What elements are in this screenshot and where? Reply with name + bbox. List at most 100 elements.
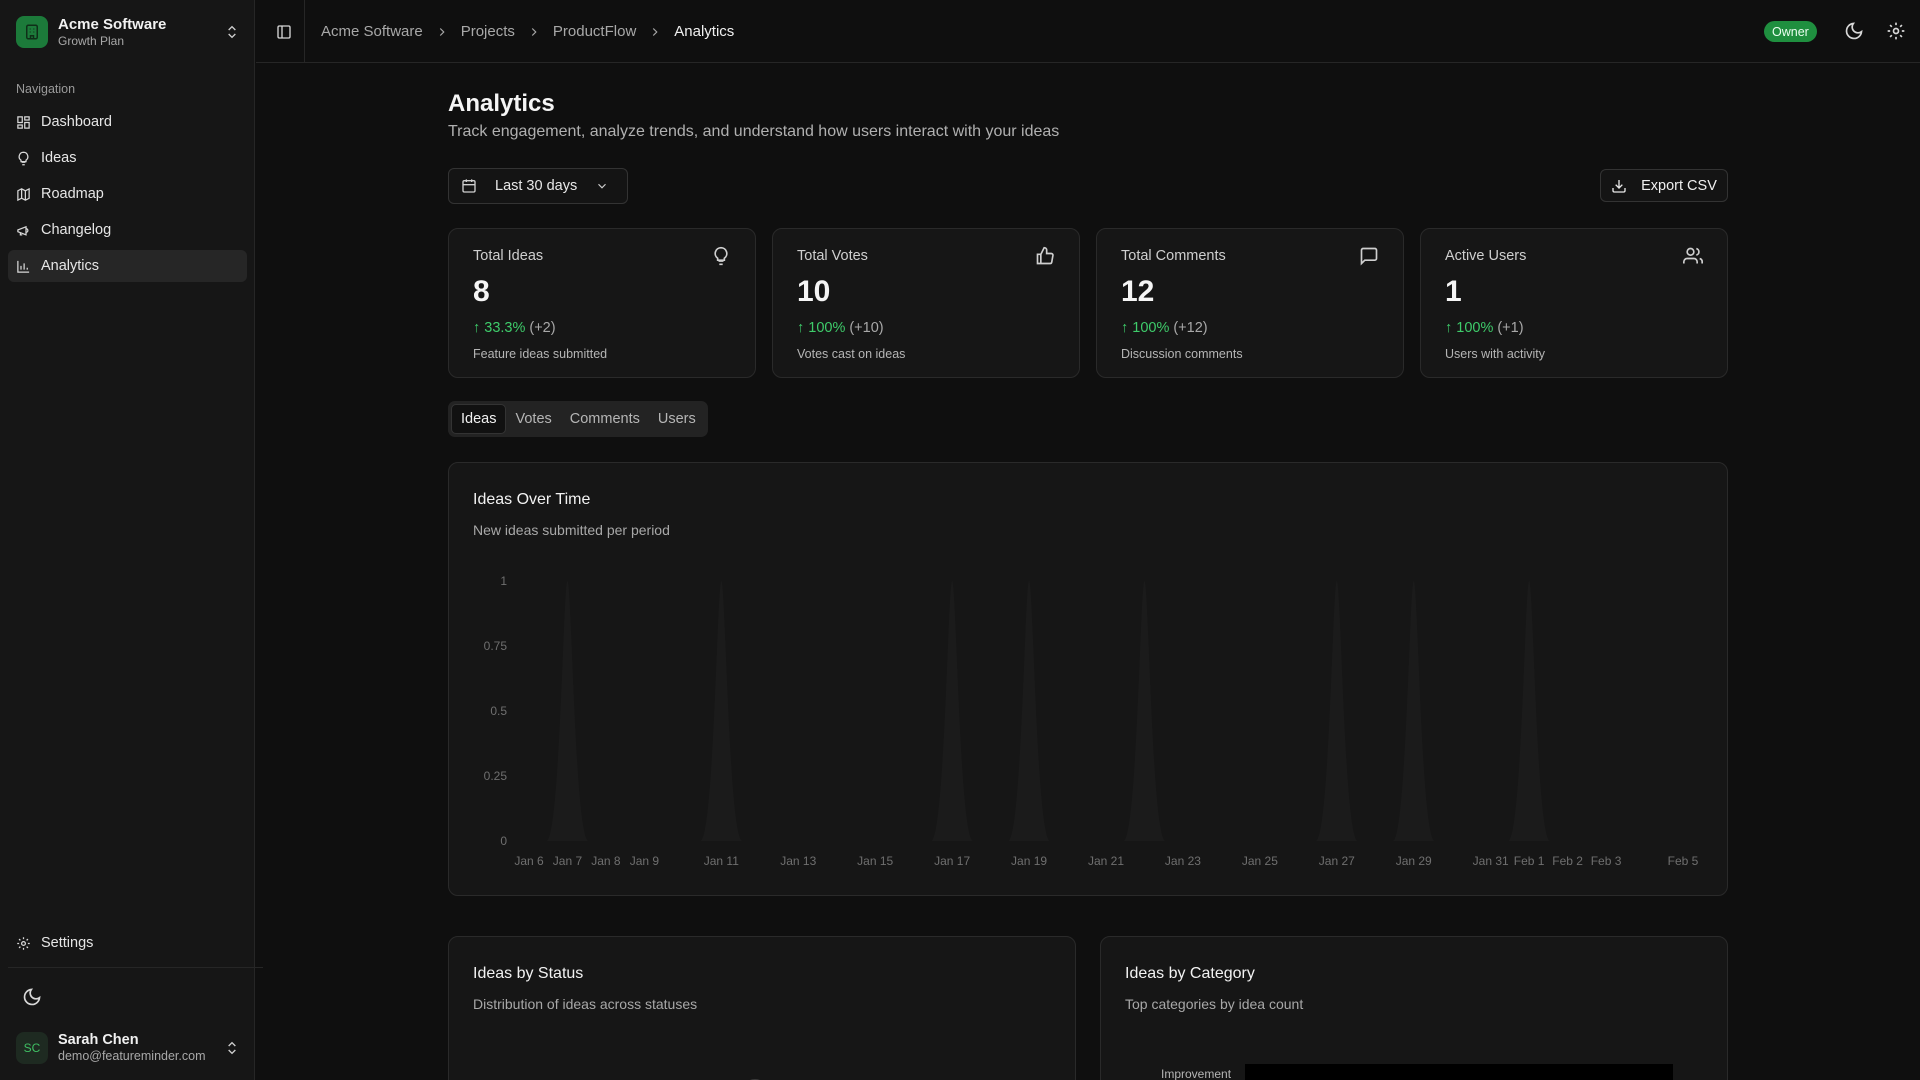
chevrons-up-down-icon (228, 25, 236, 39)
moon-icon[interactable] (1844, 21, 1864, 41)
breadcrumb-item-project[interactable]: ProductFlow (553, 23, 636, 40)
sidebar-divider (8, 967, 263, 968)
stat-value: 10 (797, 275, 831, 308)
moon-icon[interactable] (22, 987, 42, 1007)
org-name: Acme Software (58, 15, 167, 33)
sidebar-item-roadmap[interactable]: Roadmap (8, 178, 247, 210)
area-peak (1123, 581, 1166, 841)
export-csv-button[interactable]: Export CSV (1600, 169, 1728, 202)
tab-users[interactable]: Users (649, 404, 705, 434)
stat-change-pct: 33.3% (484, 320, 526, 336)
calendar-icon (462, 179, 476, 193)
x-tick-label: Jan 31 (1473, 854, 1509, 868)
stat-label: Active Users (1445, 248, 1527, 264)
chart-subtitle: New ideas submitted per period (473, 522, 670, 538)
x-tick-label: Feb 5 (1668, 854, 1699, 868)
stat-change-abs: (+10) (849, 320, 884, 336)
org-plan: Growth Plan (58, 33, 125, 48)
x-tick-label: Jan 7 (553, 854, 583, 868)
stat-desc: Users with activity (1445, 347, 1546, 361)
stat-card-total-votes: Total Votes 10 ↑ 100% (+10) Votes cast on … (772, 228, 1080, 378)
top-header: Acme Software Projects ProductFlow Analy… (256, 0, 1920, 63)
x-tick-label: Feb 1 (1514, 854, 1545, 868)
x-tick-label: Feb 3 (1591, 854, 1622, 868)
x-tick-label: Jan 15 (857, 854, 893, 868)
ideas-by-category-card: Ideas by Category Top categories by idea… (1100, 936, 1728, 1080)
sidebar-item-label: Analytics (41, 258, 100, 274)
lightbulb-icon (714, 246, 728, 266)
sidebar-item-label: Dashboard (41, 114, 112, 130)
y-tick-label: 0.25 (484, 769, 508, 783)
ideas-by-status-card: Ideas by Status Distribution of ideas ac… (448, 936, 1076, 1080)
export-label: Export CSV (1641, 177, 1717, 194)
breadcrumb-item-org[interactable]: Acme Software (321, 23, 423, 40)
stat-card-active-users: Active Users 1 ↑ 100% (+1) Users with acti… (1420, 228, 1728, 378)
sidebar-item-ideas[interactable]: Ideas (8, 142, 247, 174)
x-tick-label: Feb 2 (1552, 854, 1583, 868)
stat-change-pct: 100% (1456, 320, 1494, 336)
stat-card-total-ideas: Total Ideas 8 ↑ 33.3% (+2) Feature ideas s… (448, 228, 756, 378)
card-subtitle: Top categories by idea count (1125, 996, 1304, 1012)
sidebar-toggle-button[interactable] (272, 20, 296, 44)
chart-title: Ideas Over Time (473, 491, 591, 508)
header-divider (304, 0, 305, 63)
user-name: Sarah Chen (58, 1032, 139, 1048)
card-title: Ideas by Status (473, 965, 584, 982)
date-range-select[interactable]: Last 30 days (448, 168, 628, 204)
stat-change-abs: (+2) (529, 320, 556, 336)
stat-change-abs: (+12) (1173, 320, 1208, 336)
arrow-up-icon: ↑ (473, 320, 481, 336)
breadcrumb: Acme Software Projects ProductFlow Analy… (321, 0, 734, 63)
thumbs-up-icon (1036, 246, 1054, 265)
breadcrumb-item-projects[interactable]: Projects (461, 23, 515, 40)
panel-left-icon (277, 25, 291, 39)
stat-value: 1 (1445, 275, 1462, 308)
x-tick-label: Jan 9 (630, 854, 660, 868)
sidebar-item-changelog[interactable]: Changelog (8, 214, 247, 246)
page-subtitle: Track engagement, analyze trends, and un… (448, 123, 1060, 140)
user-menu[interactable]: SC Sarah Chen demo@featureminder.com (8, 1026, 248, 1070)
tab-ideas[interactable]: Ideas (451, 404, 507, 434)
stat-change: ↑ 100% (+10) (797, 320, 884, 336)
nav-label: Navigation (16, 82, 76, 96)
stat-desc: Votes cast on ideas (797, 347, 906, 361)
megaphone-icon (17, 225, 29, 236)
sidebar-item-dashboard[interactable]: Dashboard (8, 106, 247, 138)
org-switcher[interactable]: Acme Software Growth Plan (8, 8, 248, 56)
area-peak (700, 581, 743, 841)
y-tick-label: 1 (500, 574, 507, 588)
gear-icon[interactable] (1886, 21, 1906, 41)
stat-label: Total Comments (1121, 248, 1226, 264)
area-peak (930, 581, 974, 841)
tab-comments[interactable]: Comments (561, 404, 649, 434)
stat-change: ↑ 100% (+12) (1121, 320, 1208, 336)
chevron-right-icon (653, 27, 658, 36)
lightbulb-icon (18, 151, 29, 165)
stat-card-total-comments: Total Comments 12 ↑ 100% (+12) Discussion … (1096, 228, 1404, 378)
chevron-right-icon (531, 27, 537, 36)
users-icon (1683, 247, 1703, 264)
card-title: Ideas by Category (1125, 965, 1255, 982)
stat-change-pct: 100% (1132, 320, 1170, 336)
x-tick-label: Jan 27 (1319, 854, 1355, 868)
gear-icon (17, 936, 30, 950)
stat-value: 8 (473, 275, 490, 308)
area-peak (1507, 581, 1551, 841)
dashboard-icon (17, 115, 30, 129)
map-icon (17, 187, 30, 201)
sidebar-item-settings[interactable]: Settings (8, 927, 247, 959)
area-peak (546, 581, 589, 841)
tab-votes[interactable]: Votes (506, 404, 560, 434)
arrow-up-icon: ↑ (1445, 320, 1453, 336)
y-tick-label: 0 (500, 834, 507, 848)
settings-label: Settings (41, 935, 94, 951)
analytics-tabs: Ideas Votes Comments Users (448, 401, 708, 437)
area-peak (1392, 581, 1435, 841)
x-tick-label: Jan 23 (1165, 854, 1201, 868)
sidebar: Acme Software Growth Plan Navigation Das… (0, 0, 263, 1080)
chevron-right-icon (439, 27, 445, 36)
card-subtitle: Distribution of ideas across statuses (473, 996, 698, 1012)
x-tick-label: Jan 25 (1242, 854, 1278, 868)
y-tick-label: 0.75 (484, 639, 508, 653)
sidebar-item-analytics[interactable]: Analytics (8, 250, 247, 282)
